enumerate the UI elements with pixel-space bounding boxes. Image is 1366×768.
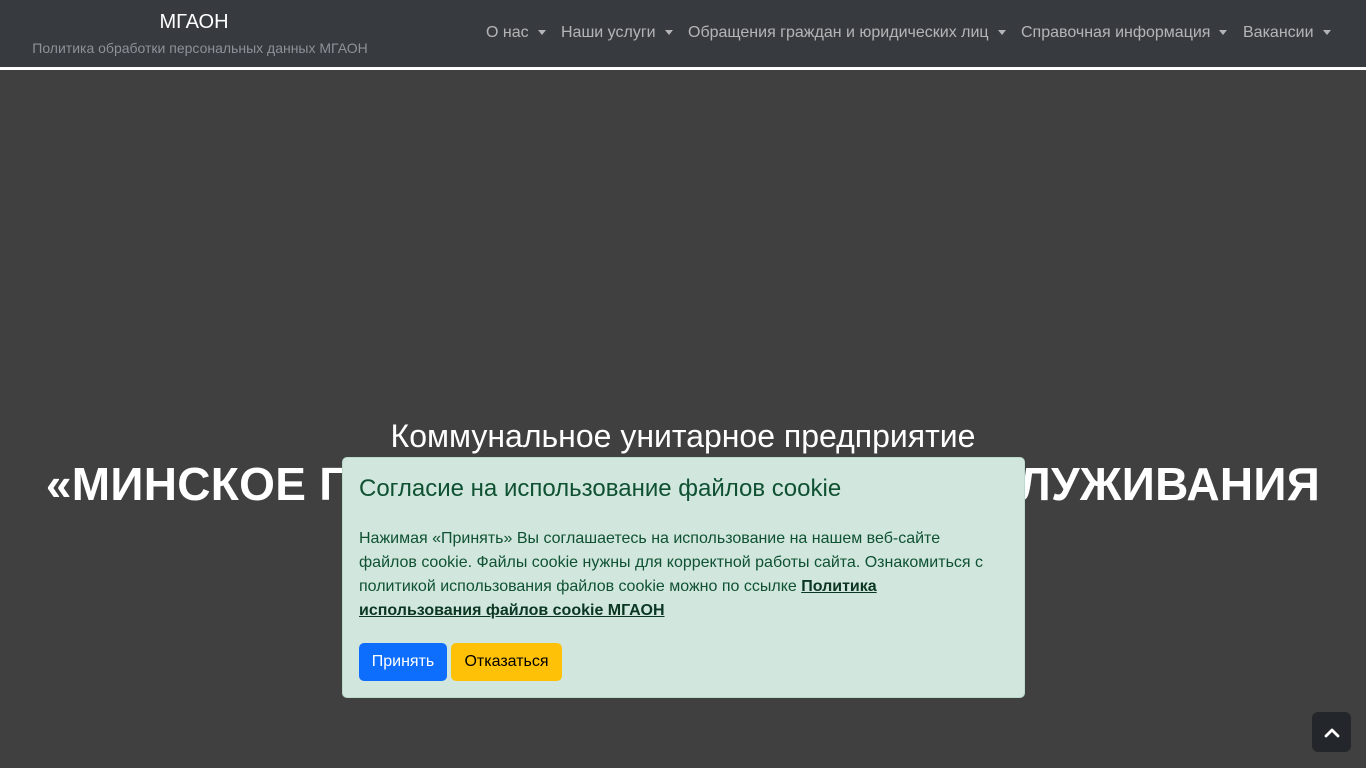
navbar-divider <box>0 67 1366 70</box>
nav-about-label: О нас <box>486 24 529 41</box>
privacy-policy-link[interactable]: Политика обработки персональных данных М… <box>28 35 372 61</box>
nav-reference-dropdown[interactable]: Справочная информация <box>1021 21 1228 45</box>
cookie-buttons: Принять Отказаться <box>359 643 562 681</box>
nav-appeals-label: Обращения граждан и юридических лиц <box>688 24 989 41</box>
nav-reference-label: Справочная информация <box>1021 24 1211 41</box>
caret-down-icon <box>997 29 1006 35</box>
cookie-dialog-text: Нажимая «Принять» Вы соглашаетесь на исп… <box>359 527 1008 623</box>
caret-down-icon <box>537 29 546 35</box>
accept-button[interactable]: Принять <box>359 643 447 681</box>
brand-link[interactable]: МГАОН Политика обработки персональных да… <box>32 10 372 61</box>
caret-down-icon <box>1219 29 1228 35</box>
top-navbar: МГАОН Политика обработки персональных да… <box>0 0 1366 67</box>
nav-services-label: Наши услуги <box>561 24 656 41</box>
nav-services-dropdown[interactable]: Наши услуги <box>561 21 673 45</box>
cookie-consent-dialog: Согласие на использование файлов cookie … <box>342 457 1025 698</box>
nav-vacancies-label: Вакансии <box>1243 24 1314 41</box>
caret-down-icon <box>1322 29 1331 35</box>
caret-down-icon <box>664 29 673 35</box>
nav-about-dropdown[interactable]: О нас <box>486 21 546 45</box>
chevron-up-icon <box>1324 728 1339 738</box>
nav-vacancies-dropdown[interactable]: Вакансии <box>1243 21 1331 45</box>
scroll-to-top-button[interactable] <box>1312 712 1351 752</box>
decline-button[interactable]: Отказаться <box>451 643 562 681</box>
cookie-text-body: Нажимая «Принять» Вы соглашаетесь на исп… <box>359 530 984 595</box>
hero-subtitle: Коммунальное унитарное предприятие <box>390 418 976 454</box>
cookie-dialog-title: Согласие на использование файлов cookie <box>359 475 842 502</box>
brand-title: МГАОН <box>159 11 229 33</box>
nav-appeals-dropdown[interactable]: Обращения граждан и юридических лиц <box>688 21 1006 45</box>
